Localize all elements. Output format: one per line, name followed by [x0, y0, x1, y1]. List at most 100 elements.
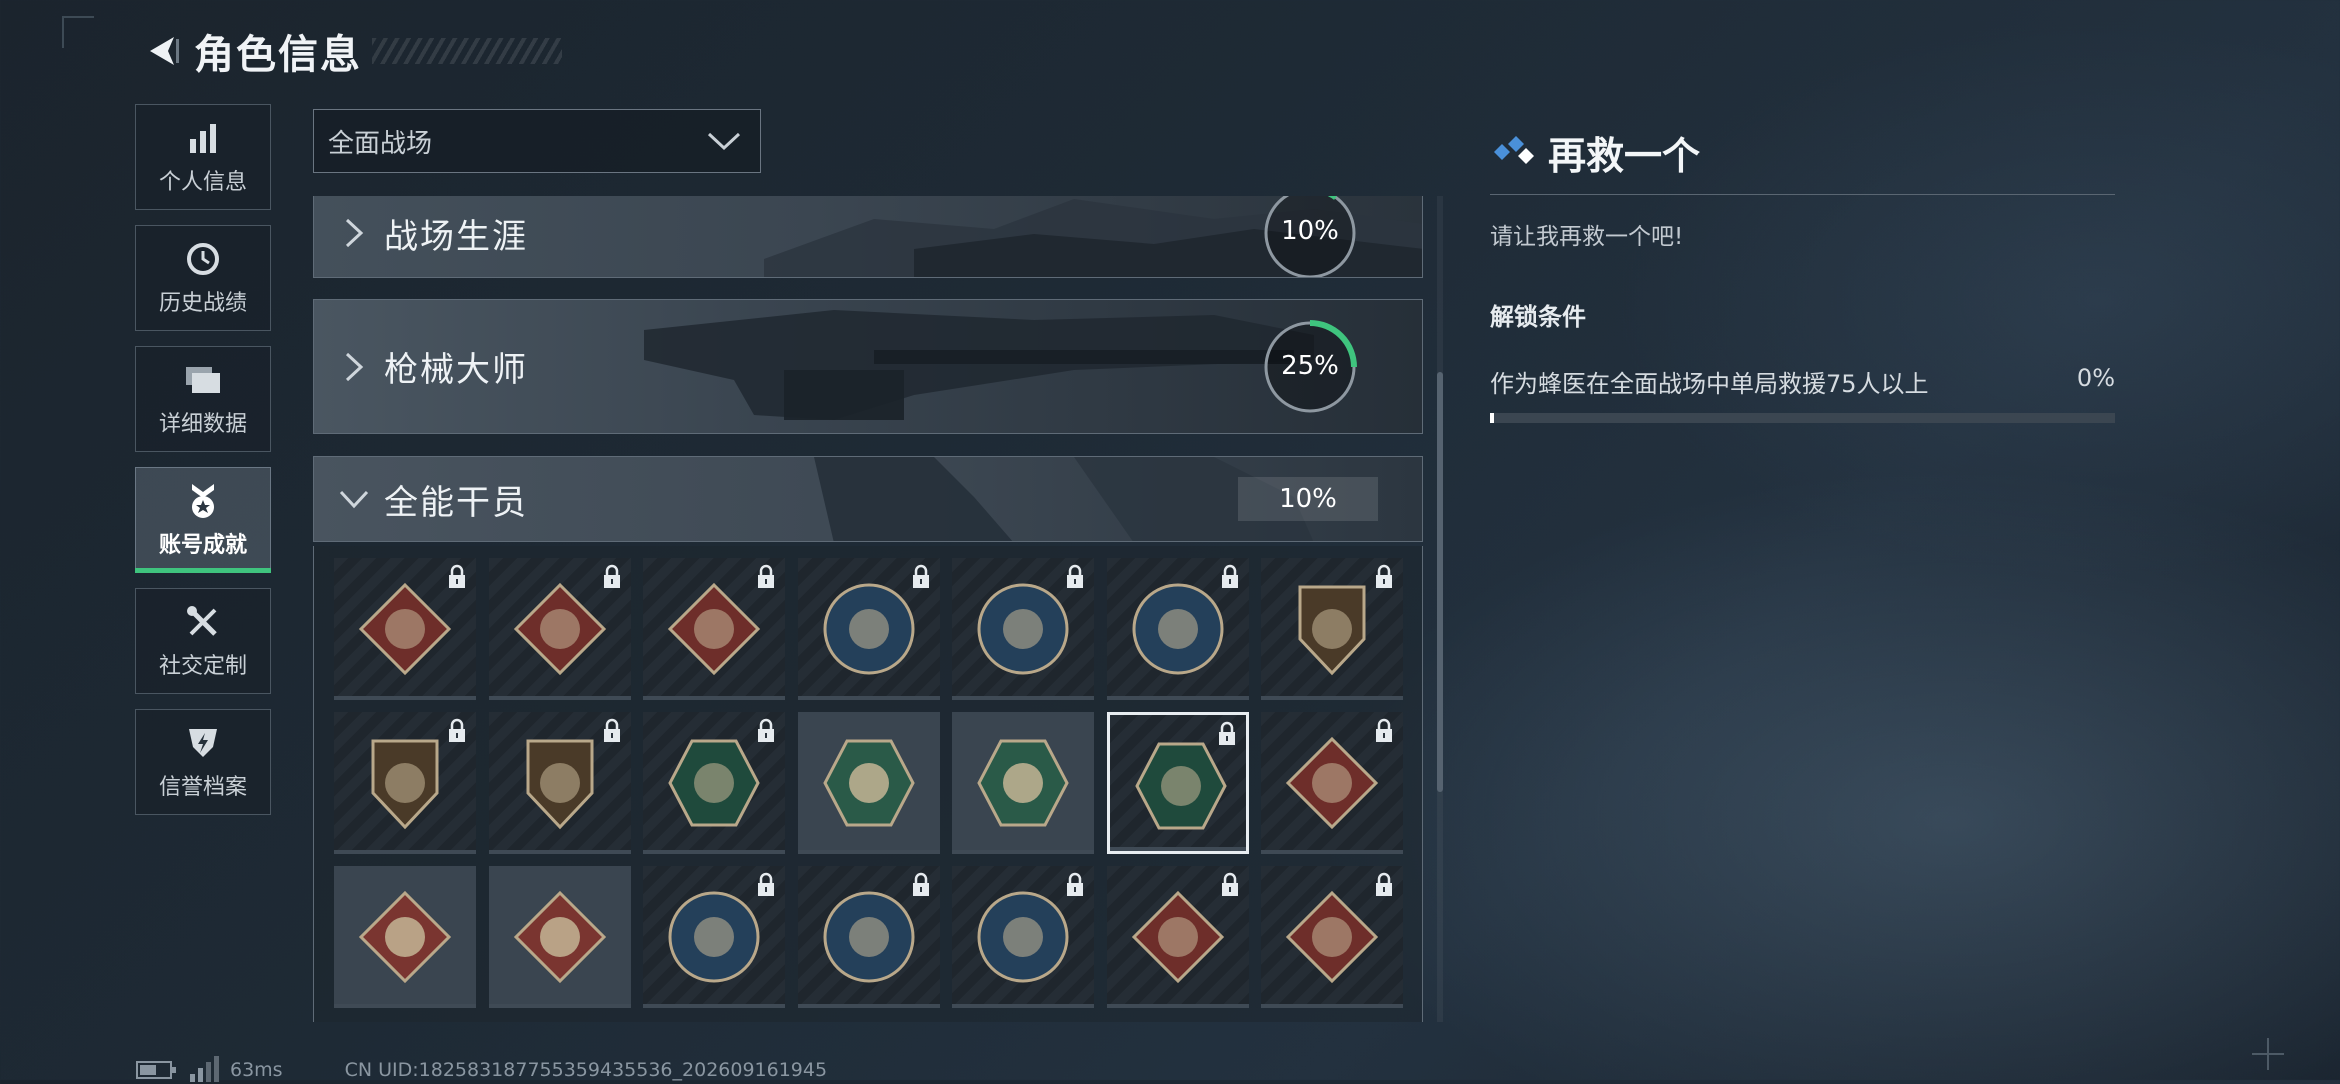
sidebar-item-personal-info[interactable]: 个人信息 — [135, 104, 271, 210]
medal-underline — [1261, 850, 1403, 854]
medal-tile[interactable] — [488, 558, 631, 700]
title-stripes-decoration — [372, 38, 562, 64]
medal-underline — [334, 1004, 476, 1008]
medal-underline — [1109, 847, 1246, 851]
medal-underline — [1106, 1004, 1249, 1008]
lock-icon — [1067, 564, 1083, 588]
back-button[interactable] — [140, 29, 184, 73]
medal-tile[interactable] — [952, 558, 1094, 700]
cat-medal-icon — [823, 891, 914, 983]
wasp-medal-icon — [668, 739, 760, 827]
medal-tile[interactable] — [643, 712, 785, 854]
condition-progress-fill — [1490, 413, 1494, 423]
wasp-medal-icon — [822, 739, 915, 827]
chevron-down-icon — [324, 488, 384, 510]
medal-underline — [488, 1004, 631, 1008]
lock-icon — [1218, 721, 1235, 745]
lock-icon — [603, 718, 620, 742]
medal-tile[interactable] — [1261, 558, 1403, 700]
lock-icon — [758, 718, 774, 742]
category-battlefield-career[interactable]: 战场生涯 10% — [313, 196, 1423, 278]
progress-percent: 10% — [1281, 216, 1339, 246]
medal-tile[interactable] — [1261, 866, 1403, 1008]
lion-medal-icon — [371, 739, 439, 830]
category-name: 战场生涯 — [384, 216, 528, 257]
sidebar-item-history[interactable]: 历史战绩 — [135, 225, 271, 331]
lock-icon — [1067, 872, 1083, 896]
medal-underline — [643, 850, 785, 854]
tools-icon — [183, 602, 223, 642]
lock-icon — [603, 564, 620, 588]
medal-underline — [488, 696, 631, 700]
medal-tile[interactable] — [797, 712, 940, 854]
medal-underline — [952, 696, 1094, 700]
medal-tile[interactable] — [1106, 712, 1249, 854]
sidebar-item-achievements[interactable]: 账号成就 — [135, 467, 271, 573]
category-name: 枪械大师 — [384, 350, 528, 390]
lock-icon — [1376, 718, 1392, 742]
medal-tile[interactable] — [1106, 866, 1249, 1008]
medic-medal-icon — [977, 739, 1069, 827]
page-header: 角色信息 — [140, 24, 562, 78]
medal-tile[interactable] — [797, 558, 940, 700]
wolf-medal-icon — [513, 582, 606, 676]
list-scrollbar[interactable] — [1437, 196, 1443, 1022]
runner-medal-icon — [513, 890, 606, 984]
category-name: 全能干员 — [384, 482, 528, 523]
medal-tile[interactable] — [334, 866, 476, 1008]
progress-percent: 25% — [1281, 351, 1339, 381]
condition-text: 作为蜂医在全面战场中单局救援75人以上 — [1490, 370, 1929, 398]
unlock-condition-row: 作为蜂医在全面战场中单局救援75人以上 0% — [1490, 364, 2115, 399]
unlock-conditions-heading: 解锁条件 — [1490, 303, 1586, 331]
category-weapon-master[interactable]: 枪械大师 25% — [313, 299, 1423, 434]
ping-value: 63ms — [230, 1059, 283, 1081]
sidebar-item-label: 个人信息 — [158, 170, 247, 195]
medal-star-icon — [183, 481, 223, 521]
achievement-category-list[interactable]: 战场生涯 10% 枪械大师 25% 全能干员 10% — [313, 196, 1423, 1022]
medal-tile[interactable] — [1261, 712, 1403, 854]
medal-tile[interactable] — [488, 712, 631, 854]
lock-icon — [912, 564, 929, 588]
lock-icon — [912, 872, 929, 896]
back-arrow-icon — [150, 37, 179, 65]
shield-medal-icon — [977, 891, 1069, 983]
eagle-medal-icon — [977, 583, 1069, 675]
dragon-medal-icon — [1285, 736, 1379, 830]
sidebar-item-detailed-data[interactable]: 详细数据 — [135, 346, 271, 452]
medal-tile[interactable] — [643, 866, 785, 1008]
cat-medal-icon — [668, 891, 760, 983]
medal-tile[interactable] — [334, 712, 476, 854]
runner-medal-icon — [667, 582, 761, 676]
scrollbar-thumb[interactable] — [1437, 372, 1443, 792]
diamond-cluster-icon — [1494, 136, 1534, 164]
lock-icon — [1221, 872, 1238, 896]
medal-underline — [952, 1004, 1094, 1008]
fist-medal-icon — [1285, 890, 1379, 984]
medal-underline — [334, 696, 476, 700]
medal-tile[interactable] — [797, 866, 940, 1008]
lock-icon — [758, 872, 774, 896]
medal-tile[interactable] — [952, 712, 1094, 854]
detail-description: 请让我再救一个吧! — [1490, 224, 1684, 250]
eagle-medal-icon — [823, 583, 914, 675]
lock-icon — [449, 718, 465, 742]
sidebar-item-social[interactable]: 社交定制 — [135, 588, 271, 694]
medal-tile[interactable] — [952, 866, 1094, 1008]
medal-tile[interactable] — [488, 866, 631, 1008]
medal-tile[interactable] — [1106, 558, 1249, 700]
target-medal-icon — [526, 739, 593, 830]
medal-tile[interactable] — [334, 558, 476, 700]
sidebar-item-reputation[interactable]: 信誉档案 — [135, 709, 271, 815]
crosshair-plus-icon — [2252, 1038, 2284, 1070]
mode-select-dropdown[interactable]: 全面战场 — [313, 109, 761, 173]
sidebar-nav: 个人信息 历史战绩 详细数据 账号成就 社交定制 信誉档案 — [135, 104, 273, 830]
lock-icon — [1376, 872, 1392, 896]
rescue-medal-icon — [1134, 742, 1227, 830]
wolf-medal-icon — [358, 582, 452, 676]
category-all-round-operator[interactable]: 全能干员 10% — [313, 456, 1423, 542]
dragon-medal-icon — [358, 890, 452, 984]
medal-underline — [643, 1004, 785, 1008]
medal-underline — [643, 696, 785, 700]
medal-tile[interactable] — [643, 558, 785, 700]
detail-title: 再救一个 — [1548, 133, 1701, 178]
